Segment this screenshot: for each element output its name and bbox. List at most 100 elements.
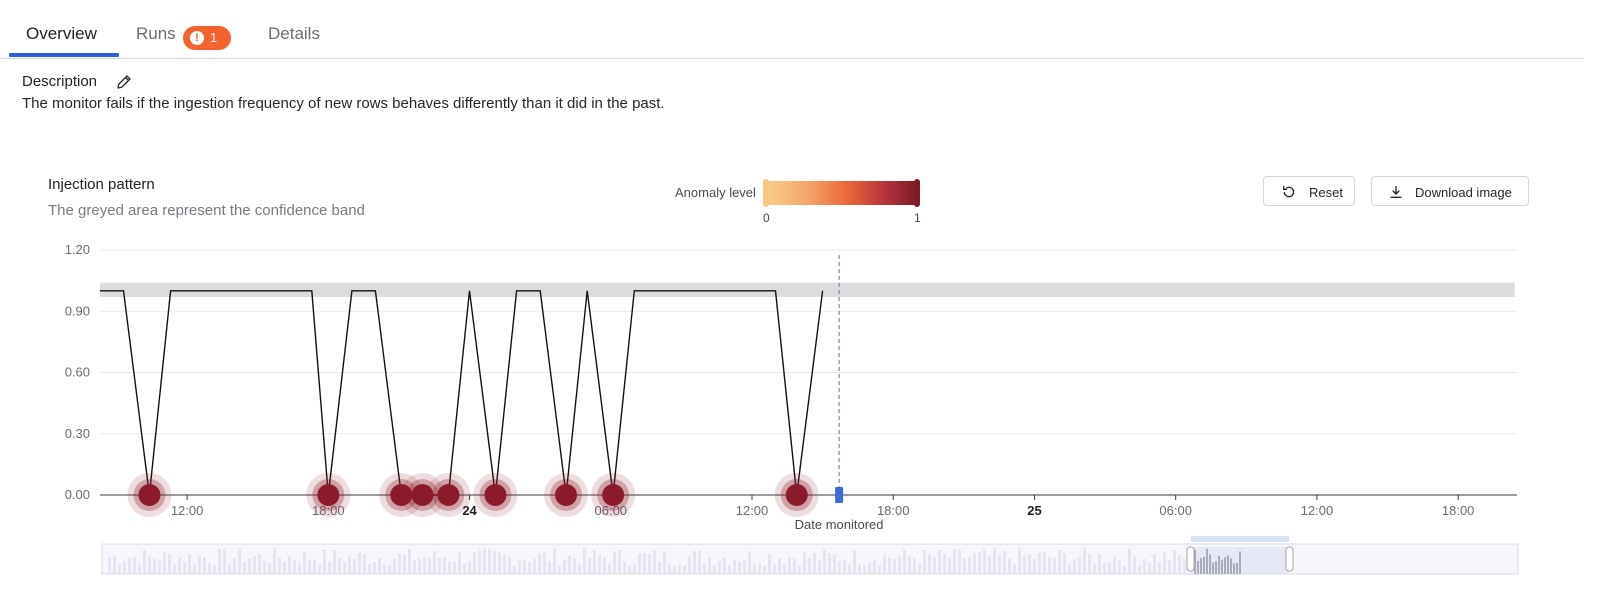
navigator-mini-bar: [898, 556, 901, 574]
navigator-mini-bar: [423, 557, 426, 574]
navigator-mini-bar: [483, 548, 486, 574]
navigator-mini-bar: [313, 559, 316, 574]
navigator-mini-bar: [813, 552, 816, 574]
navigator-mini-bar: [433, 550, 436, 574]
navigator-mini-bar: [178, 557, 181, 574]
navigator-mini-bar: [583, 548, 586, 574]
navigator-mini-bar: [203, 557, 206, 574]
navigator-mini-bar: [553, 548, 556, 574]
navigator-mini-bar: [163, 551, 166, 574]
navigator-mini-bar: [858, 564, 861, 574]
navigator-mini-bar: [153, 558, 156, 574]
navigator-mini-bar: [108, 557, 111, 574]
navigator-mini-bar: [1068, 565, 1071, 574]
navigator-left-handle[interactable]: [1186, 546, 1195, 572]
anomaly-point: [473, 473, 518, 517]
navigator-mini-bar: [1239, 551, 1241, 574]
navigator-mini-bar: [853, 550, 856, 574]
navigator-mini-bar: [993, 548, 996, 574]
x-tick-label: 12:00: [1301, 503, 1334, 518]
series-line: [100, 290, 824, 496]
navigator-mini-bar: [118, 563, 121, 574]
navigator-mini-bar: [1038, 552, 1041, 574]
navigator-mini-bar: [343, 561, 346, 574]
navigator-mini-bar: [1168, 560, 1171, 574]
navigator-mini-bar: [1133, 556, 1136, 574]
navigator-mini-bar: [673, 565, 676, 574]
navigator-mini-bar: [448, 561, 451, 574]
navigator-mini-bar: [988, 556, 991, 574]
navigator-mini-bar: [668, 562, 671, 574]
navigator-mini-bar: [328, 561, 331, 574]
navigator-mini-bar: [788, 557, 791, 574]
navigator-mini-bar: [383, 564, 386, 574]
navigator-mini-bar: [708, 557, 711, 574]
navigator-mini-bar: [863, 564, 866, 574]
navigator-mini-bar: [728, 564, 731, 574]
navigator-mini-bar: [238, 548, 241, 574]
navigator-mini-bar: [843, 559, 846, 574]
navigator-mini-bar: [698, 550, 701, 574]
x-tick-label: 25: [1027, 503, 1041, 518]
navigator-mini-bar: [963, 558, 966, 574]
navigator-mini-bar: [763, 565, 766, 574]
navigator-mini-bar: [218, 549, 221, 574]
navigator-mini-bar: [128, 558, 131, 574]
navigator-mini-bar: [1209, 554, 1211, 574]
navigator-mini-bar: [368, 563, 371, 574]
navigator-mini-bar: [823, 549, 826, 574]
navigator-mini-bar: [268, 562, 271, 574]
navigator-mini-bar: [1212, 562, 1214, 574]
navigator-mini-bar: [298, 563, 301, 574]
navigator-mini-bar: [1063, 553, 1066, 574]
navigator-mini-bar: [258, 553, 261, 574]
navigator-mini-bar: [943, 553, 946, 574]
navigator-mini-bar: [738, 561, 741, 574]
navigator-mini-bar: [1118, 560, 1121, 574]
navigator-mini-bar: [353, 558, 356, 574]
navigator-mini-bar: [998, 554, 1001, 574]
navigator-mini-bar: [1103, 562, 1106, 574]
navigator-mini-bar: [478, 550, 481, 574]
navigator-mini-bar: [1233, 563, 1235, 574]
navigator-mini-bar: [808, 557, 811, 574]
navigator-mini-bar: [773, 564, 776, 574]
x-axis-title: Date monitored: [795, 517, 884, 532]
navigator-mini-bar: [723, 557, 726, 574]
current-time-handle: [835, 487, 844, 503]
anomaly-point: [591, 473, 636, 517]
navigator-mini-bar: [768, 554, 771, 574]
navigator-mini-bar: [308, 559, 311, 574]
y-axis: 0.00 0.30 0.60 0.90 1.20: [65, 242, 90, 502]
y-tick-label: 0.30: [65, 426, 90, 441]
navigator-mini-bar: [653, 550, 656, 574]
navigator-mini-bar: [1138, 565, 1141, 574]
navigator-mini-bar: [923, 549, 926, 574]
navigator-mini-bar: [228, 563, 231, 574]
navigator-mini-bar: [188, 553, 191, 574]
navigator-mini-bar: [463, 563, 466, 574]
navigator-mini-bar: [638, 553, 641, 574]
anomaly-dot: [785, 484, 808, 506]
navigator-mini-bar: [1197, 560, 1199, 574]
navigator-mini-bar: [503, 554, 506, 574]
navigator-mini-bar: [568, 555, 571, 574]
x-tick-label: 12:00: [171, 503, 204, 518]
navigator-mini-bar: [1098, 553, 1101, 574]
y-tick-label: 1.20: [65, 242, 90, 257]
navigator-mini-bar: [488, 549, 491, 574]
navigator-mini-bar: [1033, 558, 1036, 574]
navigator-mini-bar: [958, 550, 961, 574]
navigator-mini-bar: [1206, 548, 1208, 574]
navigator-mini-bar: [778, 558, 781, 574]
navigator-mini-bar: [558, 565, 561, 574]
navigator-right-handle[interactable]: [1285, 546, 1294, 572]
navigator-mini-bar: [1018, 548, 1021, 574]
navigator-mini-bar: [933, 557, 936, 574]
navigator-mini-bar: [1183, 558, 1186, 574]
navigator-mini-bar: [438, 557, 441, 574]
x-tick-label: 06:00: [1159, 503, 1192, 518]
navigator-mini-bar: [1108, 562, 1111, 574]
anomaly-dot: [317, 484, 340, 506]
navigator-mini-bar: [623, 561, 626, 574]
